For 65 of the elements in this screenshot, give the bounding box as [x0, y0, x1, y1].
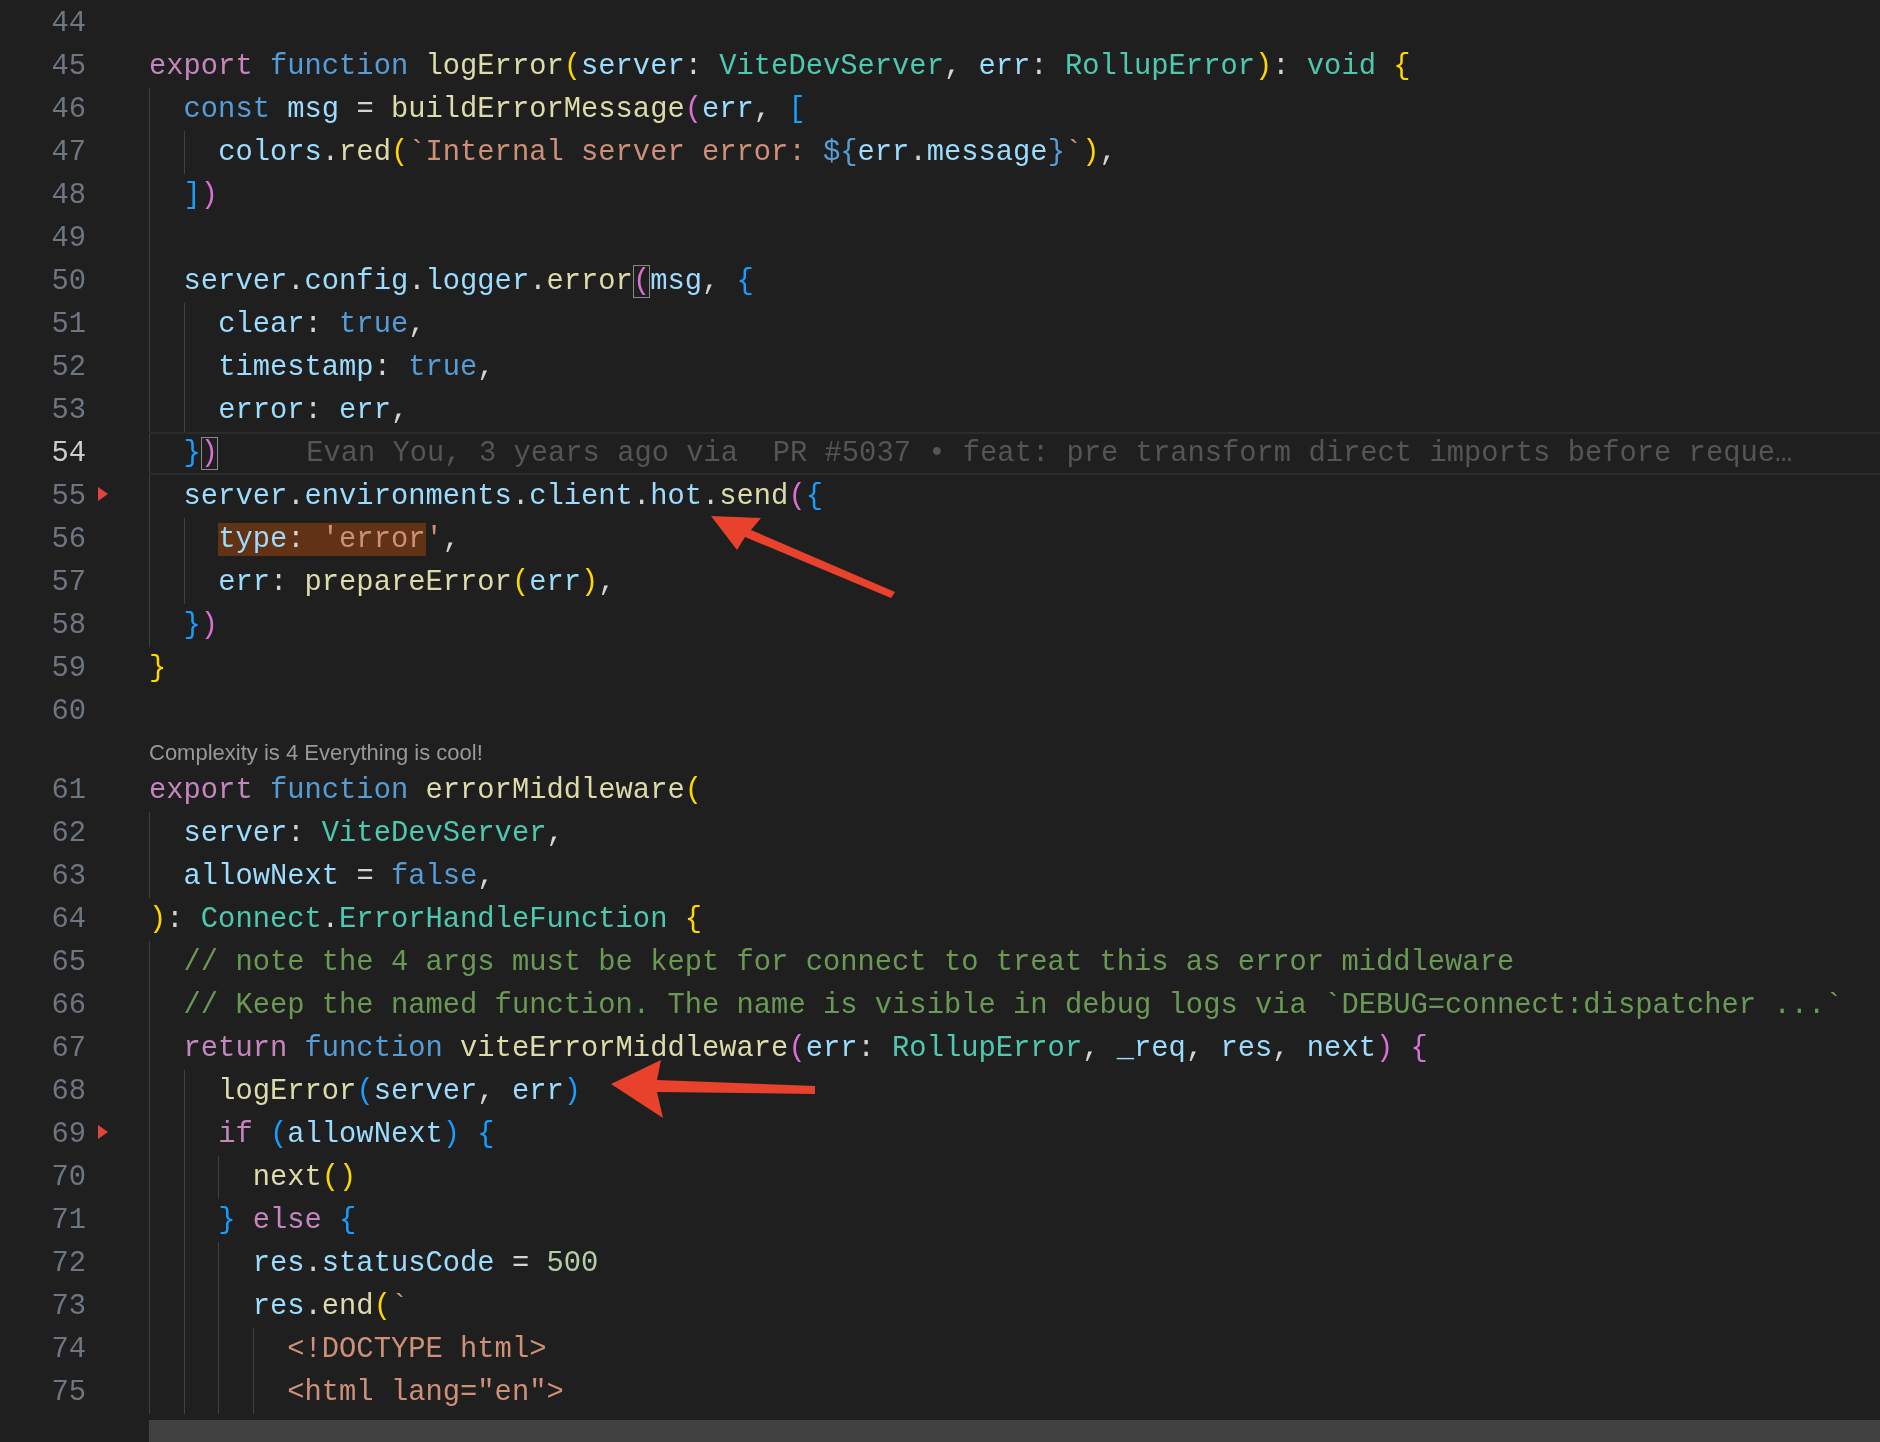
line-number: 50 [50, 265, 86, 298]
code-line: } else { [217, 1204, 357, 1237]
line-number: 69 [50, 1118, 86, 1151]
line-number: 71 [50, 1204, 86, 1237]
code-line: export function logError(server: ViteDevServer, err: RollupError): void { [149, 50, 1411, 83]
code-line: allowNext = false, [182, 860, 495, 893]
line-number: 48 [50, 179, 86, 212]
line-number: 64 [50, 903, 86, 936]
code-line: res.statusCode = 500 [251, 1247, 599, 1280]
code-line: clear: true, [217, 308, 426, 341]
line-number: 61 [50, 774, 86, 807]
code-line: colors.red(`Internal server error: ${err.message}`), [217, 136, 1117, 169]
code-line: // note the 4 args must be kept for connect to treat this as error middleware [182, 946, 1515, 979]
line-number: 75 [50, 1376, 86, 1409]
line-number: 67 [50, 1032, 86, 1065]
line-number: 55 [50, 480, 86, 513]
code-line: // Keep the named function. The name is visible in debug logs via `DEBUG=connect:dispatcher ...` [182, 989, 1843, 1022]
line-number: 51 [50, 308, 86, 341]
line-number: 49 [50, 222, 86, 255]
line-number: 66 [50, 989, 86, 1022]
code-line: next() [251, 1161, 357, 1194]
line-number: 73 [50, 1290, 86, 1323]
code-line: res.end(` [251, 1290, 409, 1323]
horizontal-scrollbar[interactable] [149, 1420, 1880, 1442]
code-line: }) [182, 609, 219, 642]
code-line: ): Connect.ErrorHandleFunction { [149, 903, 702, 936]
line-number: 53 [50, 394, 86, 427]
line-number: 46 [50, 93, 86, 126]
code-line: const msg = buildErrorMessage(err, [ [182, 93, 806, 126]
code-line: return function viteErrorMiddleware(err: RollupError, _req, res, next) { [182, 1032, 1428, 1065]
line-number: 68 [50, 1075, 86, 1108]
code-line: ]) [182, 179, 219, 212]
code-line: timestamp: true, [217, 351, 495, 384]
code-line: }) [182, 437, 219, 470]
codelens-text[interactable]: Complexity is 4 Everything is cool! [149, 740, 483, 769]
line-number: 52 [50, 351, 86, 384]
line-number: 54 [50, 437, 86, 470]
code-line: logError(server, err) [217, 1075, 582, 1108]
line-number: 60 [50, 695, 86, 728]
line-number: 70 [50, 1161, 86, 1194]
line-number: 56 [50, 523, 86, 556]
line-number: 44 [50, 7, 86, 40]
line-number: 63 [50, 860, 86, 893]
line-number: 45 [50, 50, 86, 83]
line-number: 72 [50, 1247, 86, 1280]
code-line: err: prepareError(err), [217, 566, 616, 599]
code-line: server: ViteDevServer, [182, 817, 564, 850]
change-marker-icon[interactable] [98, 487, 108, 501]
line-number: 47 [50, 136, 86, 169]
code-line: server.environments.client.hot.send({ [182, 480, 823, 513]
code-line: <!DOCTYPE html> [286, 1333, 547, 1366]
code-line: } [149, 652, 167, 685]
code-line: type: 'error', [217, 523, 461, 556]
code-line: server.config.logger.error(msg, { [182, 265, 754, 298]
change-marker-icon[interactable] [98, 1125, 108, 1139]
line-number: 59 [50, 652, 86, 685]
code-line: export function errorMiddleware( [149, 774, 702, 807]
code-line: <html lang="en"> [286, 1376, 564, 1409]
line-number: 65 [50, 946, 86, 979]
code-line: if (allowNext) { [217, 1118, 495, 1151]
line-number: 57 [50, 566, 86, 599]
line-number: 74 [50, 1333, 86, 1366]
line-number: 62 [50, 817, 86, 850]
line-number: 58 [50, 609, 86, 642]
code-line: error: err, [217, 394, 409, 427]
